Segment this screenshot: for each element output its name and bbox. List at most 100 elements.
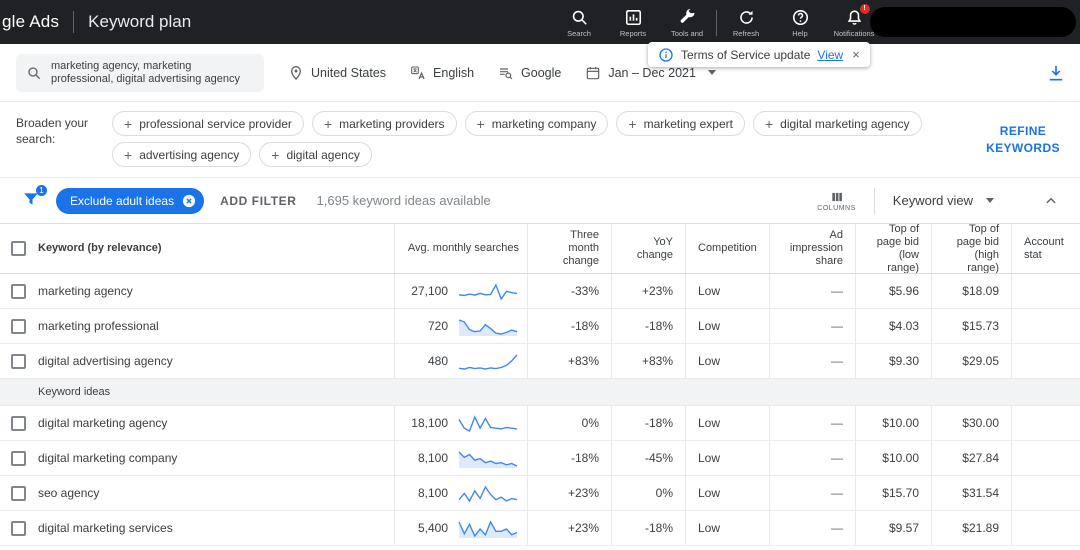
search-network-icon: [498, 65, 514, 81]
three-month-change: -18%: [570, 319, 599, 333]
top-of-page-bid-low: $4.03: [888, 319, 919, 333]
refine-keywords-button[interactable]: REFINE KEYWORDS: [982, 123, 1064, 157]
plus-icon: +: [124, 146, 133, 163]
tos-view-link[interactable]: View: [817, 48, 843, 62]
column-header-label: Top of page bid (low range): [876, 224, 919, 273]
nav-refresh[interactable]: Refresh: [719, 2, 773, 38]
nav-label: Notifications: [833, 29, 875, 38]
account-status-cell: [1012, 344, 1080, 378]
nav-tools[interactable]: Tools and: [660, 2, 714, 38]
trend-sparkline: [458, 485, 518, 503]
keyword-label: digital advertising agency: [38, 354, 173, 368]
ad-impression-share: —: [831, 451, 843, 465]
ad-impression-share: —: [831, 416, 843, 430]
top-of-page-bid-low: $10.00: [882, 416, 919, 430]
column-header-label: Ad impression share: [789, 229, 843, 267]
avg-monthly-searches: 720: [427, 319, 448, 333]
table-row[interactable]: digital marketing agency 18,100 0% -18% Low —…: [0, 406, 1080, 441]
three-month-change: +23%: [567, 486, 599, 500]
download-button[interactable]: [1046, 63, 1066, 83]
nav-reports[interactable]: Reports: [606, 2, 660, 38]
row-checkbox[interactable]: [10, 450, 26, 466]
filter-funnel[interactable]: 1: [22, 185, 47, 211]
competition: Low: [698, 486, 721, 500]
view-selector[interactable]: Keyword view: [893, 193, 994, 208]
table-row[interactable]: marketing professional 720 -18% -18% Low — $4.…: [0, 309, 1080, 344]
keyword-label: digital marketing company: [38, 451, 178, 465]
competition: Low: [698, 284, 721, 298]
column-header-label: Account stat: [1024, 235, 1064, 261]
yoy-change: -45%: [644, 451, 673, 465]
column-header: Keyword (by relevance): [36, 224, 395, 273]
plus-icon: +: [124, 115, 133, 132]
broaden-chip[interactable]: + advertising agency: [112, 142, 252, 167]
plus-icon: +: [628, 115, 637, 132]
add-filter-button[interactable]: ADD FILTER: [220, 194, 296, 208]
column-header-label: Top of page bid (high range): [956, 224, 999, 273]
trend-sparkline: [458, 283, 518, 301]
row-checkbox[interactable]: [10, 283, 26, 299]
account-status-cell: [1012, 476, 1080, 510]
yoy-change: +23%: [641, 284, 673, 298]
table-row[interactable]: marketing agency 27,100 -33% +23% Low — $5.96 $…: [0, 274, 1080, 309]
trend-sparkline: [458, 415, 518, 432]
broaden-chips: + professional service provider + marketing…: [112, 111, 960, 167]
keyword-table: Keyword (by relevance) Avg. monthly searc…: [0, 224, 1080, 546]
nav-label: Reports: [619, 29, 647, 38]
translate-icon: [410, 65, 426, 81]
section-label: Keyword ideas: [38, 386, 111, 398]
trend-sparkline: [458, 451, 518, 468]
three-month-change: 0%: [581, 416, 599, 430]
broaden-chip[interactable]: + marketing expert: [616, 111, 745, 136]
broaden-chip[interactable]: + marketing company: [464, 111, 609, 136]
language-selector[interactable]: English: [410, 65, 474, 81]
topbar-nav: Search Reports Tools and Refresh Help! Notifi…: [552, 2, 881, 38]
broaden-chip[interactable]: + digital marketing agency: [752, 111, 922, 136]
google-ads-keyword-plan: gle Ads Keyword plan Search Reports Tools …: [0, 0, 1080, 546]
nav-help[interactable]: Help: [773, 2, 827, 38]
avg-monthly-searches: 480: [427, 354, 448, 368]
yoy-change: 0%: [655, 486, 673, 500]
exclude-adult-ideas-chip[interactable]: Exclude adult ideas: [56, 187, 205, 214]
column-header: Top of page bid (low range): [856, 224, 932, 273]
keywords-summary[interactable]: marketing agency, marketing professional…: [16, 53, 264, 92]
tos-close-icon[interactable]: ×: [852, 47, 860, 62]
broaden-chip[interactable]: + marketing providers: [311, 111, 457, 136]
account-status-cell: [1012, 274, 1080, 308]
location-selector[interactable]: United States: [288, 65, 386, 81]
row-checkbox[interactable]: [10, 485, 26, 501]
collapse-icon[interactable]: [1042, 192, 1060, 210]
columns-button[interactable]: COLUMNS: [817, 190, 856, 212]
row-checkbox[interactable]: [10, 415, 26, 431]
chip-label: digital marketing agency: [780, 116, 910, 131]
ad-impression-share: —: [831, 486, 843, 500]
avg-monthly-searches: 27,100: [411, 284, 448, 298]
nav-search[interactable]: Search: [552, 2, 606, 38]
broaden-chip[interactable]: + professional service provider: [112, 111, 304, 136]
tools-icon: [678, 8, 697, 27]
table-header-row: Keyword (by relevance) Avg. monthly searc…: [0, 224, 1080, 274]
remove-filter-icon[interactable]: [182, 194, 196, 208]
row-checkbox[interactable]: [10, 318, 26, 334]
broaden-chip[interactable]: + digital agency: [259, 142, 372, 167]
trend-sparkline: [458, 520, 518, 538]
row-checkbox[interactable]: [10, 353, 26, 369]
table-row[interactable]: digital marketing company 8,100 -18% -45% Lo…: [0, 441, 1080, 476]
info-icon: [658, 47, 674, 63]
table-row[interactable]: digital advertising agency 480 +83% +83% Low…: [0, 344, 1080, 379]
row-checkbox[interactable]: [10, 520, 26, 536]
top-of-page-bid-high: $18.09: [962, 284, 999, 298]
network-selector[interactable]: Google: [498, 65, 561, 81]
three-month-change: +23%: [567, 521, 599, 535]
table-row[interactable]: seo agency 8,100 +23% 0% Low — $15.70 $31.54: [0, 476, 1080, 511]
avg-monthly-searches: 18,100: [411, 416, 448, 430]
top-of-page-bid-low: $10.00: [882, 451, 919, 465]
top-of-page-bid-high: $29.05: [962, 354, 999, 368]
column-header: Ad impression share: [770, 224, 856, 273]
yoy-change: -18%: [644, 319, 673, 333]
brand-divider: [73, 11, 75, 33]
table-row[interactable]: digital marketing services 5,400 +23% -18% L…: [0, 511, 1080, 546]
keyword-label: marketing professional: [38, 319, 159, 333]
plus-icon: +: [271, 146, 280, 163]
select-all-checkbox[interactable]: [10, 241, 26, 256]
